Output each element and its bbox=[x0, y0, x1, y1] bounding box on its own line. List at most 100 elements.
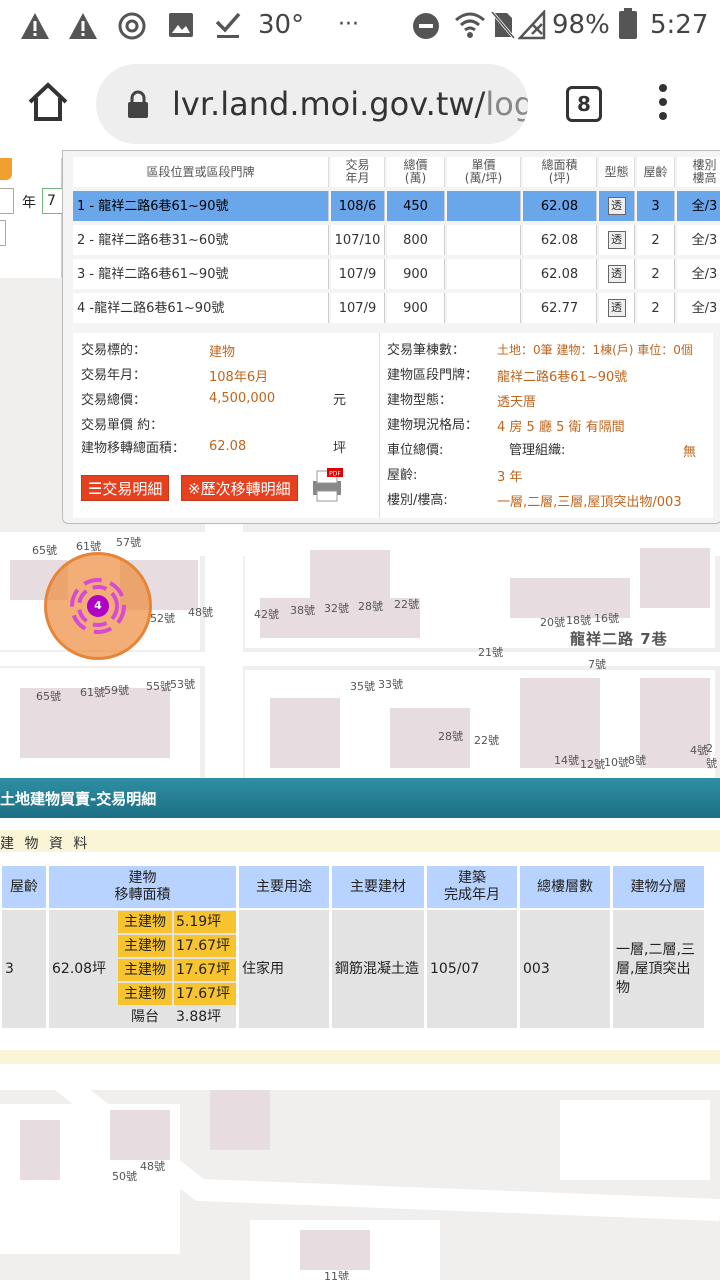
count-label: 交易筆棟數： bbox=[387, 343, 466, 358]
transaction-detail: 交易標的： 建物 交易年月： 108年6月 交易總價： 4,500,000 元 … bbox=[73, 333, 713, 518]
col-header-material: 主要建材 bbox=[332, 866, 424, 908]
transaction-detail-button[interactable]: ☰交易明細 bbox=[81, 475, 170, 501]
total-unit: 元 bbox=[333, 393, 347, 408]
house-number: 20號 bbox=[540, 616, 565, 629]
house-number: 18號 bbox=[566, 614, 591, 627]
house-number: 21號 bbox=[478, 646, 503, 659]
house-number: 48號 bbox=[140, 1160, 165, 1173]
month-input[interactable]: 7 bbox=[42, 188, 64, 214]
cell-material: 鋼筋混凝土造 bbox=[332, 910, 424, 1028]
year-label: 年 bbox=[22, 195, 36, 211]
tab-switcher-button[interactable]: 8 bbox=[566, 86, 602, 122]
building-type-value: 透天厝 bbox=[497, 395, 537, 410]
lock-icon bbox=[128, 90, 148, 118]
warning-icon bbox=[69, 13, 97, 39]
table-row[interactable]: 2 - 龍祥二路6巷31~60號 107/10 800 62.08 透 2 全/… bbox=[73, 225, 720, 255]
door-label: 建物區段門牌： bbox=[387, 368, 479, 383]
col-header-floors: 總樓層數 bbox=[520, 866, 610, 908]
col-header-built: 建築 完成年月 bbox=[427, 866, 517, 908]
image-icon bbox=[169, 13, 193, 37]
cell-layer: 一層,二層,三層,屋頂突出物 bbox=[613, 910, 704, 1028]
cell-use: 住家用 bbox=[239, 910, 329, 1028]
area-value: 62.08 bbox=[209, 439, 247, 454]
date-label: 交易年月： bbox=[81, 368, 147, 383]
house-number: 48號 bbox=[188, 606, 213, 619]
total-label: 交易總價： bbox=[81, 393, 147, 408]
svg-text:PDF: PDF bbox=[329, 471, 341, 478]
signal-off-icon bbox=[518, 10, 546, 40]
target-label: 交易標的： bbox=[81, 343, 147, 358]
download-done-icon bbox=[215, 12, 241, 38]
form-button-edge[interactable] bbox=[0, 158, 12, 180]
date-value: 108年6月 bbox=[209, 370, 269, 385]
house-number: 61號 bbox=[76, 540, 101, 553]
table-row[interactable]: 3 - 龍祥二路6巷61~90號 107/9 900 62.08 透 2 全/3 bbox=[73, 259, 720, 289]
home-icon[interactable] bbox=[26, 80, 70, 124]
house-number: 55號 bbox=[146, 680, 171, 693]
count-value: 土地：0筆 建物：1棟(戶) 車位：0個 bbox=[497, 343, 693, 357]
cell-floors: 003 bbox=[520, 910, 610, 1028]
building-type-label: 建物型態： bbox=[387, 393, 453, 408]
type-badge-icon: 透 bbox=[607, 231, 626, 249]
floor-label: 樓別/樓高: bbox=[387, 493, 448, 508]
parking-label: 車位總價: bbox=[387, 443, 444, 458]
dnd-icon bbox=[413, 13, 439, 39]
house-number: 14號 bbox=[554, 754, 579, 767]
warning-icon bbox=[21, 13, 49, 39]
house-number: 42號 bbox=[254, 608, 279, 621]
clock: 5:27 bbox=[650, 10, 709, 40]
sub-area-item: 主建物 17.67坪 bbox=[118, 983, 238, 1005]
layout-value: 4 房 5 廳 5 衛 有隔間 bbox=[497, 420, 625, 435]
management-label: 管理組織: bbox=[509, 443, 566, 458]
unit-price-label: 交易單價 約： bbox=[81, 418, 164, 433]
url-text: lvr.land.moi.gov.tw/logi bbox=[172, 85, 528, 123]
browser-toolbar: lvr.land.moi.gov.tw/logi 8 bbox=[0, 50, 720, 158]
overflow-menu-icon[interactable] bbox=[656, 84, 670, 124]
house-number: 12號 bbox=[580, 758, 605, 771]
table-row[interactable]: 4 -龍祥二路6巷61~90號 107/9 900 62.77 透 2 全/3 bbox=[73, 293, 720, 323]
table-row[interactable]: 1 - 龍祥二路6巷61~90號 108/6 450 62.08 透 3 全/3 bbox=[73, 191, 720, 221]
transaction-popup: 區段位置或區段門牌 交易 年月 總價 (萬) 單價 (萬/坪) 總面積 (坪) … bbox=[62, 150, 720, 524]
house-number: 10號 bbox=[604, 756, 629, 769]
header-area: 總面積 (坪) bbox=[523, 157, 597, 187]
house-number: 8號 bbox=[628, 754, 646, 767]
map-canvas-lower bbox=[0, 1080, 720, 1280]
pdf-printer-icon[interactable]: PDF bbox=[309, 467, 345, 503]
cluster-marker[interactable]: 4 bbox=[44, 552, 152, 660]
sub-area-item: 主建物 17.67坪 bbox=[118, 959, 238, 981]
building-data-band: 建 物 資 料 bbox=[0, 830, 720, 852]
detail-divider bbox=[379, 333, 380, 518]
header-type: 型態 bbox=[599, 157, 635, 187]
area-label: 建物移轉總面積： bbox=[81, 441, 186, 456]
layout-label: 建物現況格局： bbox=[387, 418, 479, 433]
history-transfer-button[interactable]: ※歷次移轉明細 bbox=[181, 475, 298, 501]
sub-area-item: 陽台 3.88坪 bbox=[118, 1006, 238, 1028]
house-number: 22號 bbox=[394, 598, 419, 611]
house-number: 33號 bbox=[378, 678, 403, 691]
no-sim-icon bbox=[490, 11, 516, 39]
address-bar[interactable]: lvr.land.moi.gov.tw/logi bbox=[96, 64, 528, 144]
house-number: 38號 bbox=[290, 604, 315, 617]
col-header-age: 屋齡 bbox=[2, 866, 46, 908]
col-header-layer: 建物分層 bbox=[613, 866, 704, 908]
select-partial[interactable] bbox=[0, 220, 6, 246]
section-title: 土地建物買賣-交易明細 bbox=[0, 790, 157, 808]
floor-value: 一層,二層,三層,屋頂突出物/003 bbox=[497, 495, 682, 510]
battery-percent: 98% bbox=[552, 10, 610, 40]
type-badge-icon: 透 bbox=[607, 265, 626, 283]
battery-icon bbox=[619, 8, 637, 39]
road-label: 龍祥二路 7巷 bbox=[570, 630, 668, 648]
house-number: 65號 bbox=[36, 690, 61, 703]
sub-area-item: 主建物 5.19坪 bbox=[118, 911, 238, 933]
cell-age: 3 bbox=[2, 910, 46, 1028]
year-input-partial[interactable] bbox=[0, 188, 14, 214]
header-age: 屋齡 bbox=[637, 157, 675, 187]
house-number: 22號 bbox=[474, 734, 499, 747]
building-data-section: 建 物 資 料 屋齡 建物 移轉面積 主要用途 主要建材 建築 完成年月 總樓層數 … bbox=[0, 818, 720, 1080]
age-label: 屋齡: bbox=[387, 468, 418, 483]
map-view-lower[interactable]: 50號 48號 11號 bbox=[0, 1080, 720, 1280]
type-badge-icon: 透 bbox=[607, 299, 626, 317]
wifi-icon bbox=[455, 12, 485, 38]
house-number: 28號 bbox=[358, 600, 383, 613]
house-number: 16號 bbox=[594, 612, 619, 625]
